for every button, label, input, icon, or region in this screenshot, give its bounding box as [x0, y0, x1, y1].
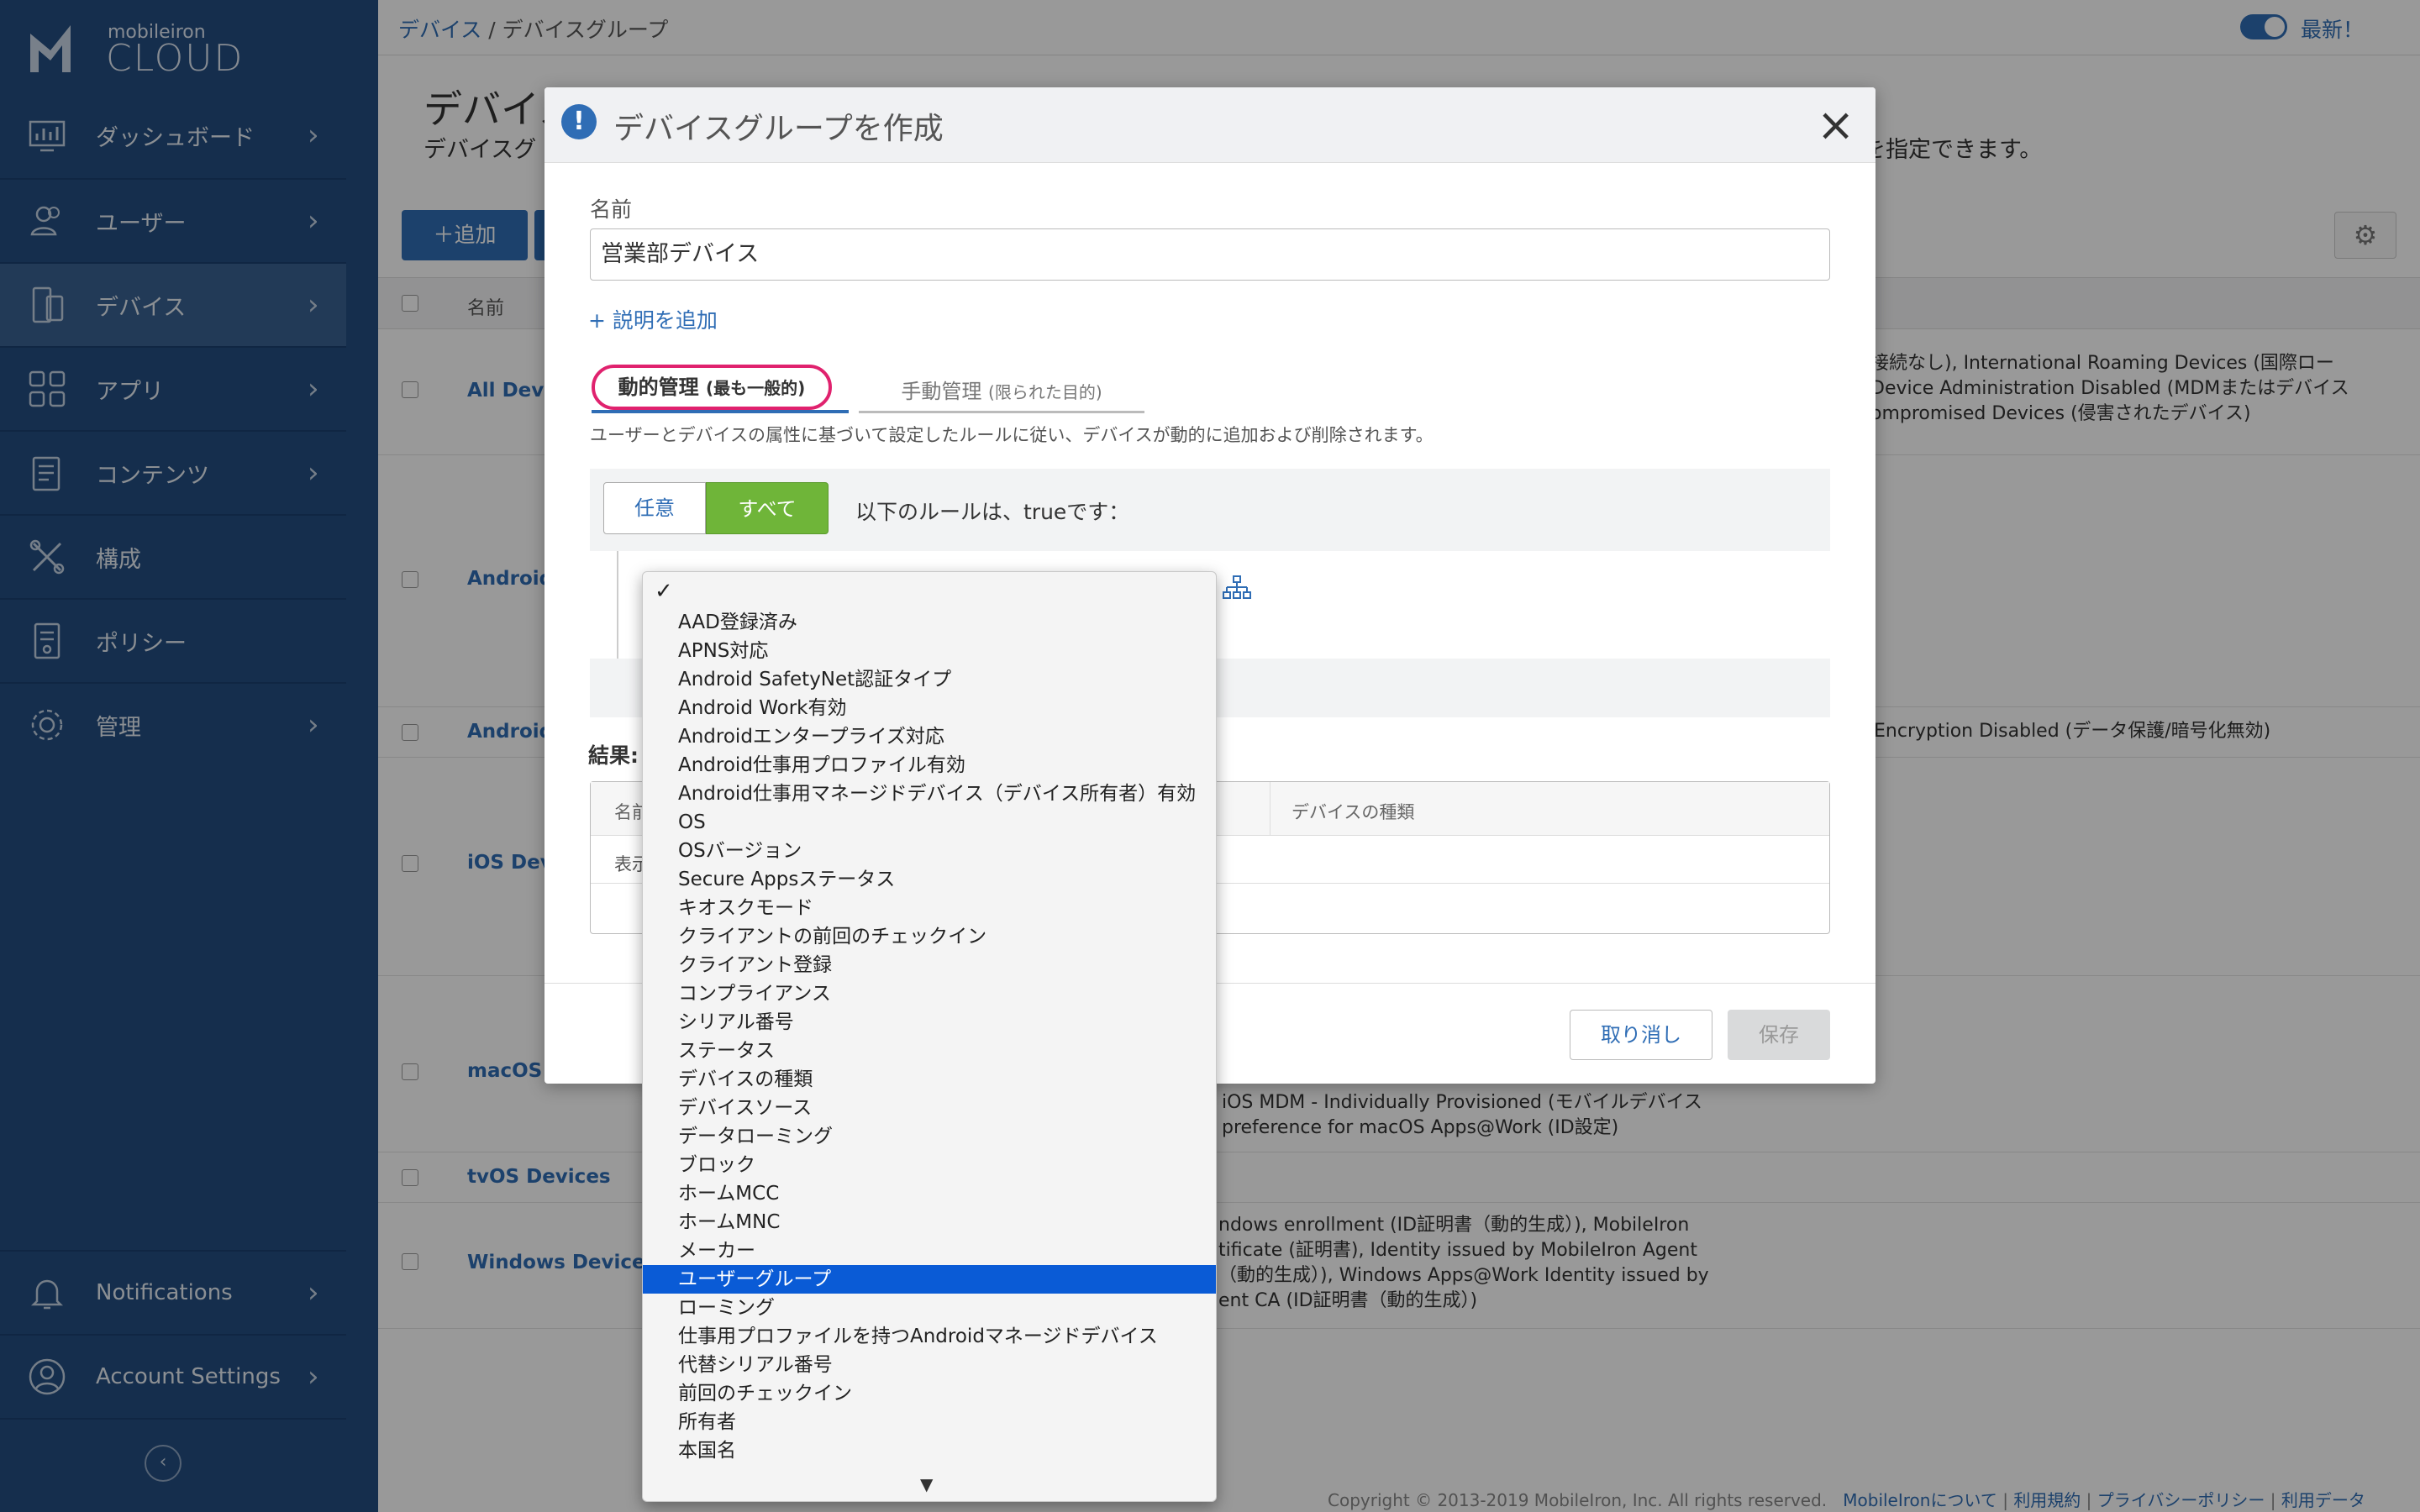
rule-match-box: 任意 すべて 以下のルールは、trueです：	[590, 469, 1830, 551]
dropdown-option[interactable]: クライアント登録	[643, 951, 1216, 979]
close-icon[interactable]: ×	[1817, 102, 1854, 148]
name-label: 名前	[590, 197, 633, 222]
active-tab-underline	[592, 410, 849, 413]
dropdown-option[interactable]: Androidエンタープライズ対応	[643, 722, 1216, 751]
dropdown-option[interactable]: メーカー	[643, 1236, 1216, 1265]
dropdown-option[interactable]: APNS対応	[643, 637, 1216, 665]
dropdown-option[interactable]: キオスクモード	[643, 894, 1216, 922]
dropdown-option[interactable]: ホームMNC	[643, 1208, 1216, 1236]
dropdown-option[interactable]: データローミング	[643, 1122, 1216, 1151]
tab-dynamic-management[interactable]: 動的管理 (最も一般的)	[592, 365, 832, 410]
dropdown-option[interactable]: デバイスソース	[643, 1094, 1216, 1122]
tab-note: (限られた目的)	[988, 382, 1102, 402]
dropdown-option[interactable]: シリアル番号	[643, 1008, 1216, 1037]
rule-condition-text: 以下のルールは、trueです：	[855, 500, 1130, 524]
tab-manual-management[interactable]: 手動管理 (限られた目的)	[859, 375, 1144, 413]
rule-tree-line	[617, 551, 618, 660]
result-column-device-type: デバイスの種類	[1292, 802, 1415, 822]
dropdown-option[interactable]: 所有者	[643, 1408, 1216, 1436]
dialog-title: デバイスグループを作成	[613, 112, 944, 146]
dropdown-option[interactable]: コンプライアンス	[643, 979, 1216, 1008]
dropdown-option[interactable]: ブロック	[643, 1151, 1216, 1179]
dropdown-option[interactable]: ホームMCC	[643, 1179, 1216, 1208]
tab-label: 動的管理	[618, 375, 699, 399]
dropdown-option[interactable]: デバイスの種類	[643, 1065, 1216, 1094]
match-all-button[interactable]: すべて	[706, 482, 829, 534]
dropdown-option[interactable]: Android SafetyNet認証タイプ	[643, 665, 1216, 694]
hierarchy-icon[interactable]	[1222, 575, 1252, 605]
dropdown-option[interactable]: Android仕事用プロファイル有効	[643, 751, 1216, 780]
rule-description: ユーザーとデバイスの属性に基づいて設定したルールに従い、デバイスが動的に追加およ…	[590, 425, 1434, 445]
result-label: 結果:	[588, 743, 639, 768]
dropdown-option[interactable]: Android Work有効	[643, 694, 1216, 722]
dropdown-option[interactable]: 本国名	[643, 1436, 1216, 1465]
save-button[interactable]: 保存	[1728, 1010, 1830, 1060]
dropdown-option[interactable]: 仕事用プロファイルを持つAndroidマネージドデバイス	[643, 1322, 1216, 1351]
add-description-link[interactable]: + 説明を追加	[588, 304, 718, 334]
tab-label: 手動管理	[901, 380, 982, 403]
attribute-dropdown-list[interactable]: ✓ AAD登録済み APNS対応 Android SafetyNet認証タイプ And…	[642, 571, 1217, 1502]
checkmark-icon: ✓	[655, 579, 673, 604]
dropdown-option[interactable]: OS	[643, 808, 1216, 837]
dropdown-option[interactable]: OSバージョン	[643, 837, 1216, 865]
match-any-button[interactable]: 任意	[603, 482, 706, 534]
scroll-down-arrow-icon[interactable]: ▼	[920, 1474, 933, 1494]
dropdown-option[interactable]: ユーザーグループ	[643, 1265, 1216, 1294]
name-input[interactable]: 営業部デバイス	[590, 228, 1830, 281]
dropdown-option[interactable]: AAD登録済み	[643, 608, 1216, 637]
info-icon: !	[561, 104, 597, 139]
dropdown-option[interactable]: 代替シリアル番号	[643, 1351, 1216, 1379]
dropdown-option[interactable]: ステータス	[643, 1037, 1216, 1065]
dropdown-option[interactable]: ローミング	[643, 1294, 1216, 1322]
dialog-header: ! デバイスグループを作成 ×	[544, 87, 1876, 163]
tab-note: (最も一般的)	[706, 378, 806, 398]
dropdown-option[interactable]: 前回のチェックイン	[643, 1379, 1216, 1408]
dropdown-option[interactable]: クライアントの前回のチェックイン	[643, 922, 1216, 951]
dropdown-option[interactable]: Secure Appsステータス	[643, 865, 1216, 894]
dropdown-option[interactable]: Android仕事用マネージドデバイス（デバイス所有者）有効	[643, 780, 1216, 808]
cancel-button[interactable]: 取り消し	[1570, 1010, 1712, 1060]
